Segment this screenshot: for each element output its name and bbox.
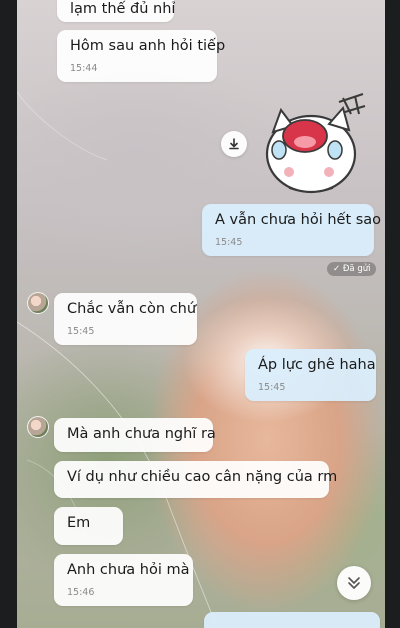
message-bubble-incoming[interactable]: Ví dụ như chiều cao cân nặng của rm bbox=[54, 461, 338, 498]
message-time: 15:45 bbox=[258, 382, 286, 393]
message-bubble-incoming[interactable]: Anh chưa hỏi mà 15:46 bbox=[54, 554, 193, 606]
crying-cat-sticker[interactable] bbox=[259, 92, 369, 202]
double-chevron-down-icon bbox=[348, 577, 360, 589]
message-text: Hôm sau anh hỏi tiếp bbox=[70, 38, 226, 54]
message-text: Áp lực ghê haha bbox=[258, 357, 376, 373]
message-bubble-incoming[interactable]: lạm thế đủ nhỉ bbox=[57, 0, 176, 22]
message-text: Ví dụ như chiều cao cân nặng của rm bbox=[67, 469, 338, 485]
message-text: Anh chưa hỏi mà bbox=[67, 562, 190, 578]
message-time: 15:44 bbox=[70, 63, 98, 74]
message-text: Chắc vẫn còn chứ bbox=[67, 301, 197, 317]
message-time: 15:45 bbox=[67, 326, 95, 337]
message-time: 15:45 bbox=[215, 237, 243, 248]
download-button[interactable] bbox=[221, 131, 247, 157]
avatar[interactable] bbox=[27, 292, 49, 314]
message-text: Mà anh chưa nghĩ ra bbox=[67, 426, 216, 442]
message-text: Em bbox=[67, 515, 91, 531]
scroll-to-bottom-button[interactable] bbox=[337, 566, 371, 600]
avatar[interactable] bbox=[27, 416, 49, 438]
message-text: A vẫn chưa hỏi hết sao bbox=[215, 212, 382, 228]
message-bubble-outgoing[interactable] bbox=[204, 612, 380, 628]
message-time: 15:46 bbox=[67, 587, 95, 598]
message-bubble-incoming[interactable]: Mà anh chưa nghĩ ra bbox=[54, 418, 216, 452]
message-bubble-outgoing[interactable]: Áp lực ghê haha 15:45 bbox=[245, 349, 376, 401]
message-bubble-incoming[interactable]: Hôm sau anh hỏi tiếp 15:44 bbox=[57, 30, 226, 82]
sent-status-label: Đã gửi bbox=[342, 264, 371, 274]
message-bubble-incoming[interactable]: Em bbox=[54, 507, 123, 545]
message-bubble-outgoing[interactable]: A vẫn chưa hỏi hết sao 15:45 bbox=[202, 204, 382, 256]
message-text: lạm thế đủ nhỉ bbox=[70, 1, 176, 17]
download-icon bbox=[229, 138, 239, 150]
sent-status-badge: ✓ Đã gửi bbox=[327, 262, 377, 276]
message-bubble-incoming[interactable]: Chắc vẫn còn chứ 15:45 bbox=[54, 293, 197, 345]
chat-screen: lạm thế đủ nhỉ Hôm sau anh hỏi tiếp 15:4… bbox=[17, 0, 385, 628]
check-icon: ✓ bbox=[333, 264, 341, 274]
